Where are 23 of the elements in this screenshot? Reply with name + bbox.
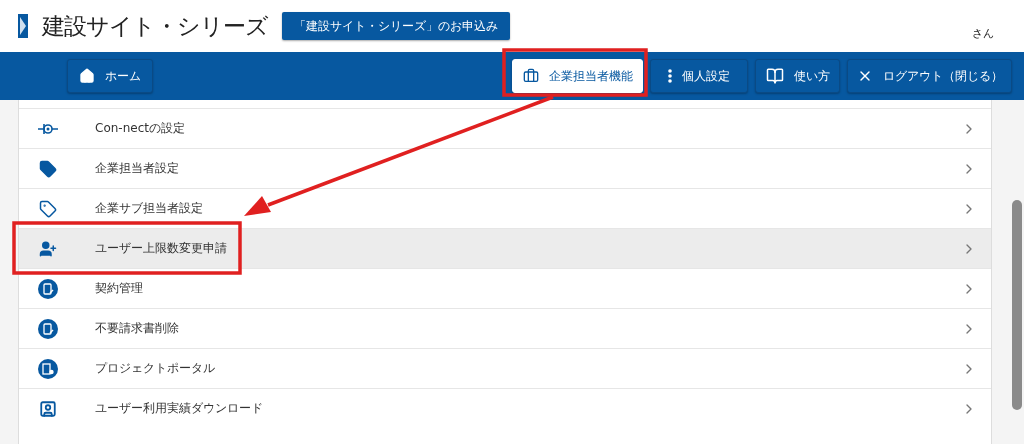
tag-outline-icon xyxy=(39,199,57,218)
book-icon xyxy=(765,67,784,85)
nav-button[interactable]: 個人設定 xyxy=(650,59,748,93)
add-user-icon xyxy=(39,239,57,258)
scrollbar-thumb[interactable] xyxy=(1012,200,1022,410)
nav-button[interactable]: 使い方 xyxy=(755,59,840,93)
site-title: 建設サイト・シリーズ xyxy=(42,11,268,41)
tag-icon xyxy=(39,159,57,178)
menu-icon xyxy=(668,69,672,83)
id-badge-icon xyxy=(39,399,57,418)
home-icon xyxy=(79,68,95,84)
nav-button[interactable]: ホーム xyxy=(67,59,153,93)
nav-button[interactable]: 企業担当者機能 xyxy=(512,59,643,93)
user-name: さん xyxy=(972,25,995,41)
document-circle-icon xyxy=(38,278,58,299)
logo-icon xyxy=(18,14,28,38)
briefcase-icon xyxy=(522,68,539,84)
menu-row[interactable]: ユーザー上限数変更申請 xyxy=(19,228,991,268)
document-circle-icon xyxy=(38,318,58,339)
apply-button[interactable]: 「建設サイト・シリーズ」のお申込み xyxy=(282,12,510,40)
connector-icon xyxy=(37,121,59,136)
nav-button[interactable]: ログアウト（閉じる） xyxy=(847,59,1012,93)
building-circle-icon xyxy=(38,358,58,379)
